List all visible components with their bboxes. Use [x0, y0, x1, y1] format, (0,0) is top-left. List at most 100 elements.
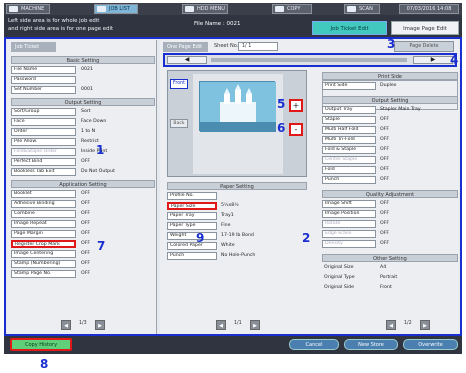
- scroll-left-button[interactable]: ◀: [167, 56, 207, 64]
- density-button[interactable]: Density: [322, 240, 376, 248]
- image-repeat-button[interactable]: Image Repeat: [11, 220, 76, 228]
- copy-history-button[interactable]: Copy History: [10, 338, 72, 351]
- magnifier-minus-icon: -: [294, 125, 298, 134]
- back-tab[interactable]: Back: [170, 119, 188, 128]
- register-crop-mark-button[interactable]: Register Crop Mark: [11, 240, 76, 248]
- perfect-bind-button[interactable]: Perfect Bind: [11, 158, 76, 166]
- callout-number: 5: [277, 97, 286, 111]
- help-message-line-2: and right side area is for one page edit: [8, 26, 114, 32]
- machine-tab[interactable]: MACHINE: [6, 4, 50, 14]
- setting-row: Print Side Duplex: [322, 82, 458, 90]
- setting-row: Stamp (Numbering) OFF: [11, 260, 155, 268]
- page-margin-button[interactable]: Page Margin: [11, 230, 76, 238]
- tab-job-ticket-edit[interactable]: Job Ticket Edit: [312, 21, 387, 35]
- punch-paper-button[interactable]: Punch: [167, 252, 217, 260]
- next-page-button[interactable]: ▶: [420, 320, 430, 330]
- setting-value: 5½x8½: [221, 203, 239, 208]
- setting-value: OFF: [81, 159, 91, 164]
- setting-value: OFF: [380, 167, 390, 172]
- file-name-button[interactable]: File Name: [11, 66, 76, 74]
- preview-canvas: [193, 74, 283, 174]
- fold-button[interactable]: Fold: [322, 166, 376, 174]
- copy-tab[interactable]: COPY: [272, 4, 312, 14]
- hdd-menu-tab[interactable]: HDD MENU: [182, 4, 228, 14]
- stamp-numbering-button[interactable]: Stamp (Numbering): [11, 260, 76, 268]
- overwrite-button[interactable]: Overwrite: [403, 339, 458, 350]
- setting-row: Edge Erase OFF: [322, 230, 458, 238]
- scan-tab[interactable]: SCAN: [344, 4, 380, 14]
- setting-row: Density OFF: [322, 240, 458, 248]
- setting-value: No Hole-Punch: [221, 253, 256, 258]
- setting-row: Image Centering OFF: [11, 250, 155, 258]
- punch-button[interactable]: Punch: [322, 176, 376, 184]
- password-button[interactable]: Password: [11, 76, 76, 84]
- output-setting-right-header: Output Setting: [322, 96, 458, 104]
- stamp-page-no-button[interactable]: Stamp Page No.: [11, 270, 76, 278]
- profile-no-button[interactable]: Profile No.: [167, 192, 217, 200]
- new-store-button[interactable]: New Store: [344, 339, 398, 350]
- setting-value: OFF: [81, 241, 91, 246]
- setting-value: OFF: [81, 191, 91, 196]
- scroll-track[interactable]: [211, 58, 407, 62]
- next-page-button[interactable]: ▶: [95, 320, 105, 330]
- front-tab[interactable]: Front: [170, 79, 188, 89]
- setting-value: Duplex: [380, 83, 397, 88]
- zoom-out-button[interactable]: -: [289, 123, 303, 136]
- setting-row: Password: [11, 76, 155, 84]
- help-message-line-1: Left side area is for whole job edit: [8, 18, 100, 24]
- prev-page-button[interactable]: ◀: [61, 320, 71, 330]
- fold-staple-button[interactable]: Fold & Staple: [322, 146, 376, 154]
- bookless-tab-exit-button[interactable]: Bookless Tab Exit: [11, 168, 76, 176]
- setting-value: OFF: [380, 241, 390, 246]
- building-illustration-icon: [200, 82, 276, 132]
- multi-tri-fold-button[interactable]: Multi Tri-Fold: [322, 136, 376, 144]
- center-staple-button[interactable]: Center Staple: [322, 156, 376, 164]
- booklet-button[interactable]: Booklet: [11, 190, 76, 198]
- staple-button[interactable]: Staple: [322, 116, 376, 124]
- paper-type-button[interactable]: Paper Type: [167, 222, 217, 230]
- rotate-button[interactable]: Rotate: [322, 220, 376, 228]
- pile-allow-button[interactable]: Pile Allow.: [11, 138, 76, 146]
- setting-row: Paper Size 5½x8½: [167, 202, 307, 210]
- colored-paper-button[interactable]: Colored Paper: [167, 242, 217, 250]
- fold-staple-order-button[interactable]: Fold&Staple Order: [11, 148, 76, 156]
- print-side-button[interactable]: Print Side: [322, 82, 376, 90]
- scroll-right-button[interactable]: ▶: [413, 56, 453, 64]
- job-ticket-title: Job Ticket: [11, 42, 56, 52]
- setting-row: Order 1 to N: [11, 128, 155, 136]
- image-position-button[interactable]: Image Position: [322, 210, 376, 218]
- combine-button[interactable]: Combine: [11, 210, 76, 218]
- paper-tray-button[interactable]: Paper Tray: [167, 212, 217, 220]
- setting-row: Paper Tray Tray1: [167, 212, 307, 220]
- setting-value: OFF: [380, 157, 390, 162]
- setting-row: Page Margin OFF: [11, 230, 155, 238]
- image-centering-button[interactable]: Image Centering: [11, 250, 76, 258]
- zoom-in-button[interactable]: +: [289, 99, 303, 112]
- face-button[interactable]: Face: [11, 118, 76, 126]
- output-tray-button[interactable]: Output Tray: [322, 106, 376, 114]
- tab-image-page-edit[interactable]: Image Page Edit: [391, 21, 459, 35]
- setting-value: OFF: [380, 211, 390, 216]
- page-delete-button[interactable]: Page Delete: [394, 41, 454, 52]
- edge-erase-button[interactable]: Edge Erase: [322, 230, 376, 238]
- sheet-no-field[interactable]: 1/ 1: [238, 42, 278, 51]
- sort-group-button[interactable]: Sort/Group: [11, 108, 76, 116]
- weight-button[interactable]: Weight: [167, 232, 217, 240]
- next-page-button[interactable]: ▶: [250, 320, 260, 330]
- adhesive-binding-button[interactable]: Adhesive Binding: [11, 200, 76, 208]
- image-shift-button[interactable]: Image Shift: [322, 200, 376, 208]
- set-number-button[interactable]: Set Number: [11, 86, 76, 94]
- cancel-button[interactable]: Cancel: [289, 339, 339, 350]
- output-setting-header: Output Setting: [11, 98, 155, 106]
- setting-value: OFF: [81, 231, 91, 236]
- bottom-bar: Copy History Cancel New Store Overwrite: [4, 336, 462, 354]
- paper-size-button[interactable]: Paper Size: [167, 202, 217, 210]
- setting-value: OFF: [380, 127, 390, 132]
- prev-page-button[interactable]: ◀: [386, 320, 396, 330]
- setting-value: OFF: [81, 271, 91, 276]
- multi-half-fold-button[interactable]: Multi Half Fold: [322, 126, 376, 134]
- job-list-tab[interactable]: JOB LIST: [94, 4, 138, 14]
- order-button[interactable]: Order: [11, 128, 76, 136]
- prev-page-button[interactable]: ◀: [216, 320, 226, 330]
- setting-value: OFF: [380, 137, 390, 142]
